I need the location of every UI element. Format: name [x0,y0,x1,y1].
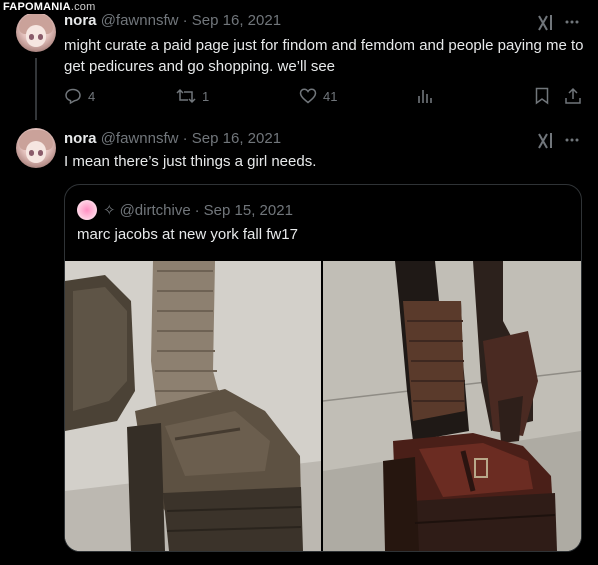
avatar[interactable] [16,128,56,168]
author-handle[interactable]: @fawnnsfw [101,12,179,29]
more-icon[interactable] [564,132,580,153]
reply-count: 4 [88,88,96,104]
author-handle[interactable]: @fawnnsfw [101,130,179,147]
bookmark-icon [534,87,550,105]
grok-icon[interactable] [537,14,555,37]
dot-separator: · [194,201,200,219]
tweet-date[interactable]: Sep 16, 2021 [192,12,281,29]
dot-separator: · [182,130,188,147]
share-icon [564,87,582,105]
quote-header: ✧ @dirtchive · Sep 15, 2021 [77,200,293,220]
views-icon [416,87,434,105]
avatar[interactable] [16,12,56,52]
like-count: 41 [323,88,338,104]
like-icon [299,87,317,105]
quote-avatar[interactable] [77,200,97,220]
watermark: FAPOMANIA.com [0,0,99,14]
tweet-text: I mean there’s just things a girl needs. [64,153,317,170]
reply-icon [64,87,82,105]
share-button[interactable] [564,87,582,105]
tweet-actions: 4 1 41 [64,87,584,107]
retweet-count: 1 [202,88,210,104]
quote-text: marc jacobs at new york fall fw17 [77,226,298,243]
tweet-date[interactable]: Sep 16, 2021 [192,130,281,147]
quote-handle[interactable]: @dirtchive [120,202,191,219]
retweet-icon [176,87,196,105]
author-name[interactable]: nora [64,130,97,147]
watermark-brand: FAPOMANIA [3,1,71,13]
reply-button[interactable]: 4 [64,87,95,105]
tweet-header: nora @fawnnsfw · Sep 16, 2021 [64,130,281,147]
bookmark-button[interactable] [534,87,550,105]
thread-line [35,58,37,120]
tweet-1[interactable]: nora @fawnnsfw · Sep 16, 2021 might cura… [0,0,598,120]
author-name[interactable]: nora [64,12,97,29]
sparkle-mark: ✧ [103,202,116,219]
media-image-right[interactable] [323,261,581,551]
tweet-header: nora @fawnnsfw · Sep 16, 2021 [64,12,281,29]
like-button[interactable]: 41 [299,87,337,105]
views-button[interactable] [416,87,434,105]
tweet-text: might curate a paid page just for findom… [64,37,584,75]
quote-date[interactable]: Sep 15, 2021 [204,202,293,219]
quoted-tweet[interactable]: ✧ @dirtchive · Sep 15, 2021 marc jacobs … [64,184,582,552]
dot-separator: · [182,12,188,29]
more-icon[interactable] [564,14,580,35]
media-image-left[interactable] [65,261,321,551]
watermark-domain: .com [70,1,96,13]
retweet-button[interactable]: 1 [176,87,209,105]
